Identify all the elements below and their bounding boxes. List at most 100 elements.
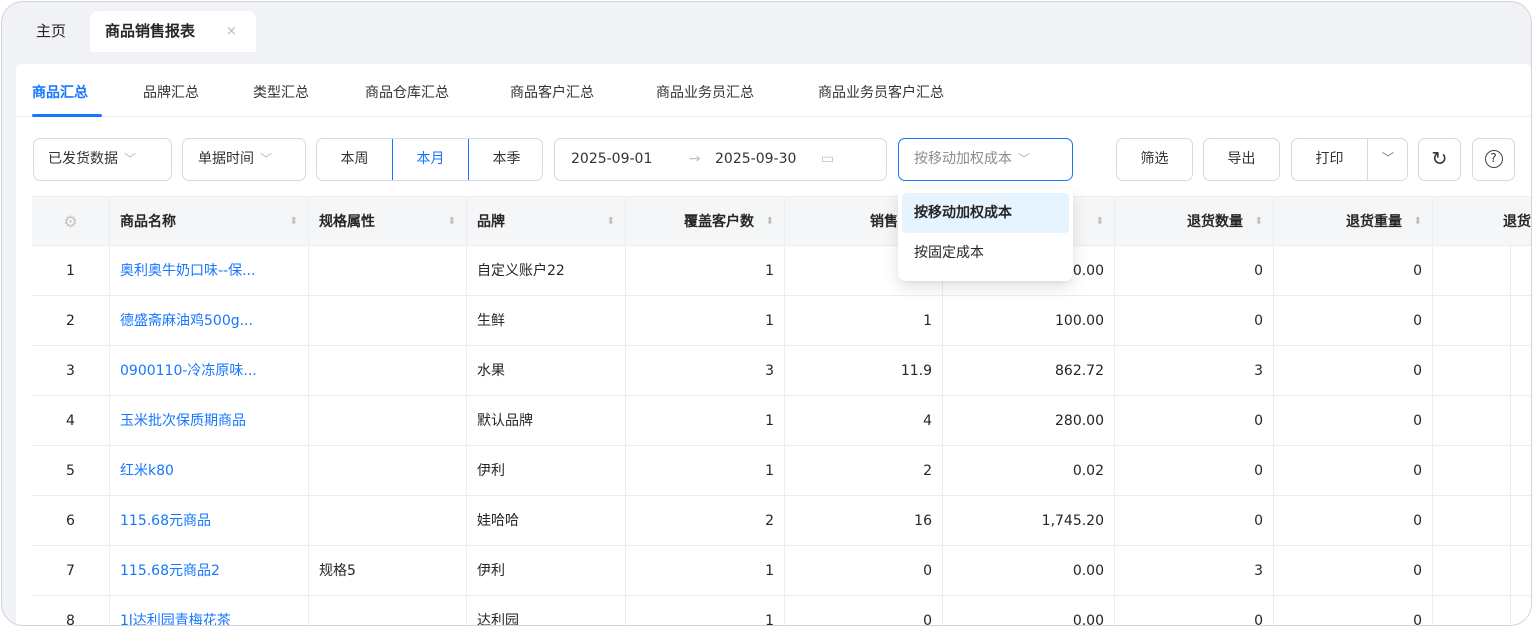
return-weight-cell: 0 (1274, 396, 1433, 446)
filter-button[interactable]: 筛选 (1116, 138, 1193, 181)
return-weight-cell: 0 (1274, 446, 1433, 496)
customers-cell: 1 (626, 546, 785, 596)
table-row[interactable]: 2 德盛斋麻油鸡500g... 生鲜 1 1 100.00 0 0 (32, 296, 1531, 346)
table-row[interactable]: 7 115.68元商品2 规格5 伊利 1 0 0.00 3 0 (32, 546, 1531, 596)
time-field-value: 单据时间 (198, 151, 254, 167)
col-return-weight[interactable]: 退货重量 ⬍ (1274, 197, 1433, 247)
sales-table: ⚙ 商品名称 ⬍ 规格属性 ⬍ 品牌 ⬍ 覆盖客户数 ⬍ 销售数 ⬍ 退货数量 ⬍ 退货重… (32, 196, 1531, 625)
return-qty-cell: 0 (1115, 596, 1274, 625)
sort-icon[interactable]: ⬍ (448, 197, 456, 247)
customers-cell: 1 (626, 296, 785, 346)
amount-cell: 862.72 (943, 346, 1115, 396)
sort-icon[interactable]: ⬍ (766, 197, 774, 247)
qty-cell: 0 (785, 546, 943, 596)
spec-cell (309, 346, 467, 396)
date-range-picker[interactable]: 2025-09-01 → 2025-09-30 ▭ (554, 138, 887, 181)
product-name-link[interactable]: 奥利奥牛奶口味--保... (110, 246, 309, 296)
col-return-qty[interactable]: 退货数量 ⬍ (1115, 197, 1274, 247)
chevron-down-icon: ﹀ (260, 152, 273, 166)
product-name-link[interactable]: 玉米批次保质期商品 (110, 396, 309, 446)
tab-product-summary[interactable]: 商品汇总 (32, 82, 88, 102)
cost-method-select[interactable]: 按移动加权成本 ﹀ (898, 138, 1073, 181)
brand-cell: 伊利 (467, 546, 626, 596)
brand-cell: 默认品牌 (467, 396, 626, 446)
tab-type-summary[interactable]: 类型汇总 (253, 82, 309, 102)
tab-home[interactable]: 主页 (36, 11, 66, 52)
col-brand[interactable]: 品牌 ⬍ (467, 197, 626, 247)
refresh-icon: ↻ (1431, 148, 1448, 170)
column-settings[interactable]: ⚙ (32, 197, 110, 247)
active-tab-indicator (32, 114, 102, 117)
sort-icon[interactable]: ⬍ (1096, 197, 1104, 247)
calendar-icon: ▭ (820, 151, 835, 167)
period-week[interactable]: 本周 (317, 139, 392, 180)
data-filter-select[interactable]: 已发货数据 ﹀ (33, 138, 172, 181)
return-weight-cell: 0 (1274, 546, 1433, 596)
export-button[interactable]: 导出 (1203, 138, 1280, 181)
product-name-link[interactable]: 红米k80 (110, 446, 309, 496)
customers-cell: 1 (626, 246, 785, 296)
date-start[interactable]: 2025-09-01 (571, 151, 652, 167)
table-row[interactable]: 1 奥利奥牛奶口味--保... 自定义账户22 1 0.00 0 0 (32, 246, 1531, 296)
tab-warehouse-summary[interactable]: 商品仓库汇总 (365, 82, 449, 102)
col-name[interactable]: 商品名称 ⬍ (110, 197, 309, 247)
product-name-link[interactable]: 0900110-冷冻原味... (110, 346, 309, 396)
column-divider (1510, 246, 1511, 625)
amount-cell: 1,745.20 (943, 496, 1115, 546)
col-return-qty-label: 退货数量 (1187, 214, 1243, 230)
sort-icon[interactable]: ⬍ (290, 197, 298, 247)
tab-sales-report[interactable]: 商品销售报表 × (90, 11, 256, 52)
tab-salesperson-customer-summary[interactable]: 商品业务员客户汇总 (818, 82, 944, 102)
spec-cell (309, 496, 467, 546)
data-filter-value: 已发货数据 (48, 151, 118, 167)
return-weight-cell: 0 (1274, 596, 1433, 625)
chevron-down-icon[interactable]: ﹀ (1367, 138, 1408, 181)
col-return-more[interactable]: 退货 (1433, 197, 1531, 247)
print-button[interactable]: 打印 (1292, 139, 1367, 180)
period-month[interactable]: 本月 (392, 139, 469, 180)
amount-cell: 280.00 (943, 396, 1115, 446)
option-fixed-cost[interactable]: 按固定成本 (902, 233, 1069, 273)
amount-cell: 0.00 (943, 596, 1115, 625)
return-weight-cell: 0 (1274, 246, 1433, 296)
brand-cell: 自定义账户22 (467, 246, 626, 296)
tab-customer-summary[interactable]: 商品客户汇总 (510, 82, 594, 102)
table-row[interactable]: 3 0900110-冷冻原味... 水果 3 11.9 862.72 3 0 (32, 346, 1531, 396)
customers-cell: 1 (626, 446, 785, 496)
table-row[interactable]: 6 115.68元商品 娃哈哈 2 16 1,745.20 0 0 (32, 496, 1531, 546)
qty-cell: 1 (785, 296, 943, 346)
brand-cell: 水果 (467, 346, 626, 396)
date-end[interactable]: 2025-09-30 (715, 151, 796, 167)
help-button[interactable]: ? (1472, 138, 1515, 181)
spec-cell (309, 596, 467, 625)
table-row[interactable]: 5 红米k80 伊利 1 2 0.02 0 0 (32, 446, 1531, 496)
cost-method-dropdown: 按移动加权成本 按固定成本 (898, 189, 1073, 281)
option-moving-weighted-cost[interactable]: 按移动加权成本 (902, 193, 1069, 233)
product-name-link[interactable]: 德盛斋麻油鸡500g... (110, 296, 309, 346)
row-index: 4 (32, 396, 110, 446)
product-name-link[interactable]: 115.68元商品 (110, 496, 309, 546)
amount-cell: 0.00 (943, 546, 1115, 596)
refresh-button[interactable]: ↻ (1418, 138, 1461, 181)
table-row[interactable]: 4 玉米批次保质期商品 默认品牌 1 4 280.00 0 0 (32, 396, 1531, 446)
sort-icon[interactable]: ⬍ (1414, 197, 1422, 247)
spec-cell (309, 296, 467, 346)
sort-icon[interactable]: ⬍ (1255, 197, 1263, 247)
row-index: 2 (32, 296, 110, 346)
spec-cell (309, 396, 467, 446)
table-row[interactable]: 8 1l达利园青梅花茶 达利园 1 0 0.00 0 0 (32, 596, 1531, 625)
close-icon[interactable]: × (226, 11, 237, 52)
col-spec[interactable]: 规格属性 ⬍ (309, 197, 467, 247)
chevron-down-icon: ﹀ (124, 152, 137, 166)
tab-salesperson-summary[interactable]: 商品业务员汇总 (656, 82, 754, 102)
sort-icon[interactable]: ⬍ (607, 197, 615, 247)
time-field-select[interactable]: 单据时间 ﹀ (182, 138, 306, 181)
product-name-link[interactable]: 1l达利园青梅花茶 (110, 596, 309, 625)
tab-brand-summary[interactable]: 品牌汇总 (143, 82, 199, 102)
return-qty-cell: 3 (1115, 546, 1274, 596)
period-quarter[interactable]: 本季 (469, 139, 542, 180)
col-customers[interactable]: 覆盖客户数 ⬍ (626, 197, 785, 247)
col-spec-label: 规格属性 (319, 214, 375, 230)
product-name-link[interactable]: 115.68元商品2 (110, 546, 309, 596)
sub-tab-bar: 商品汇总 品牌汇总 类型汇总 商品仓库汇总 商品客户汇总 商品业务员汇总 商品业… (16, 64, 1531, 117)
